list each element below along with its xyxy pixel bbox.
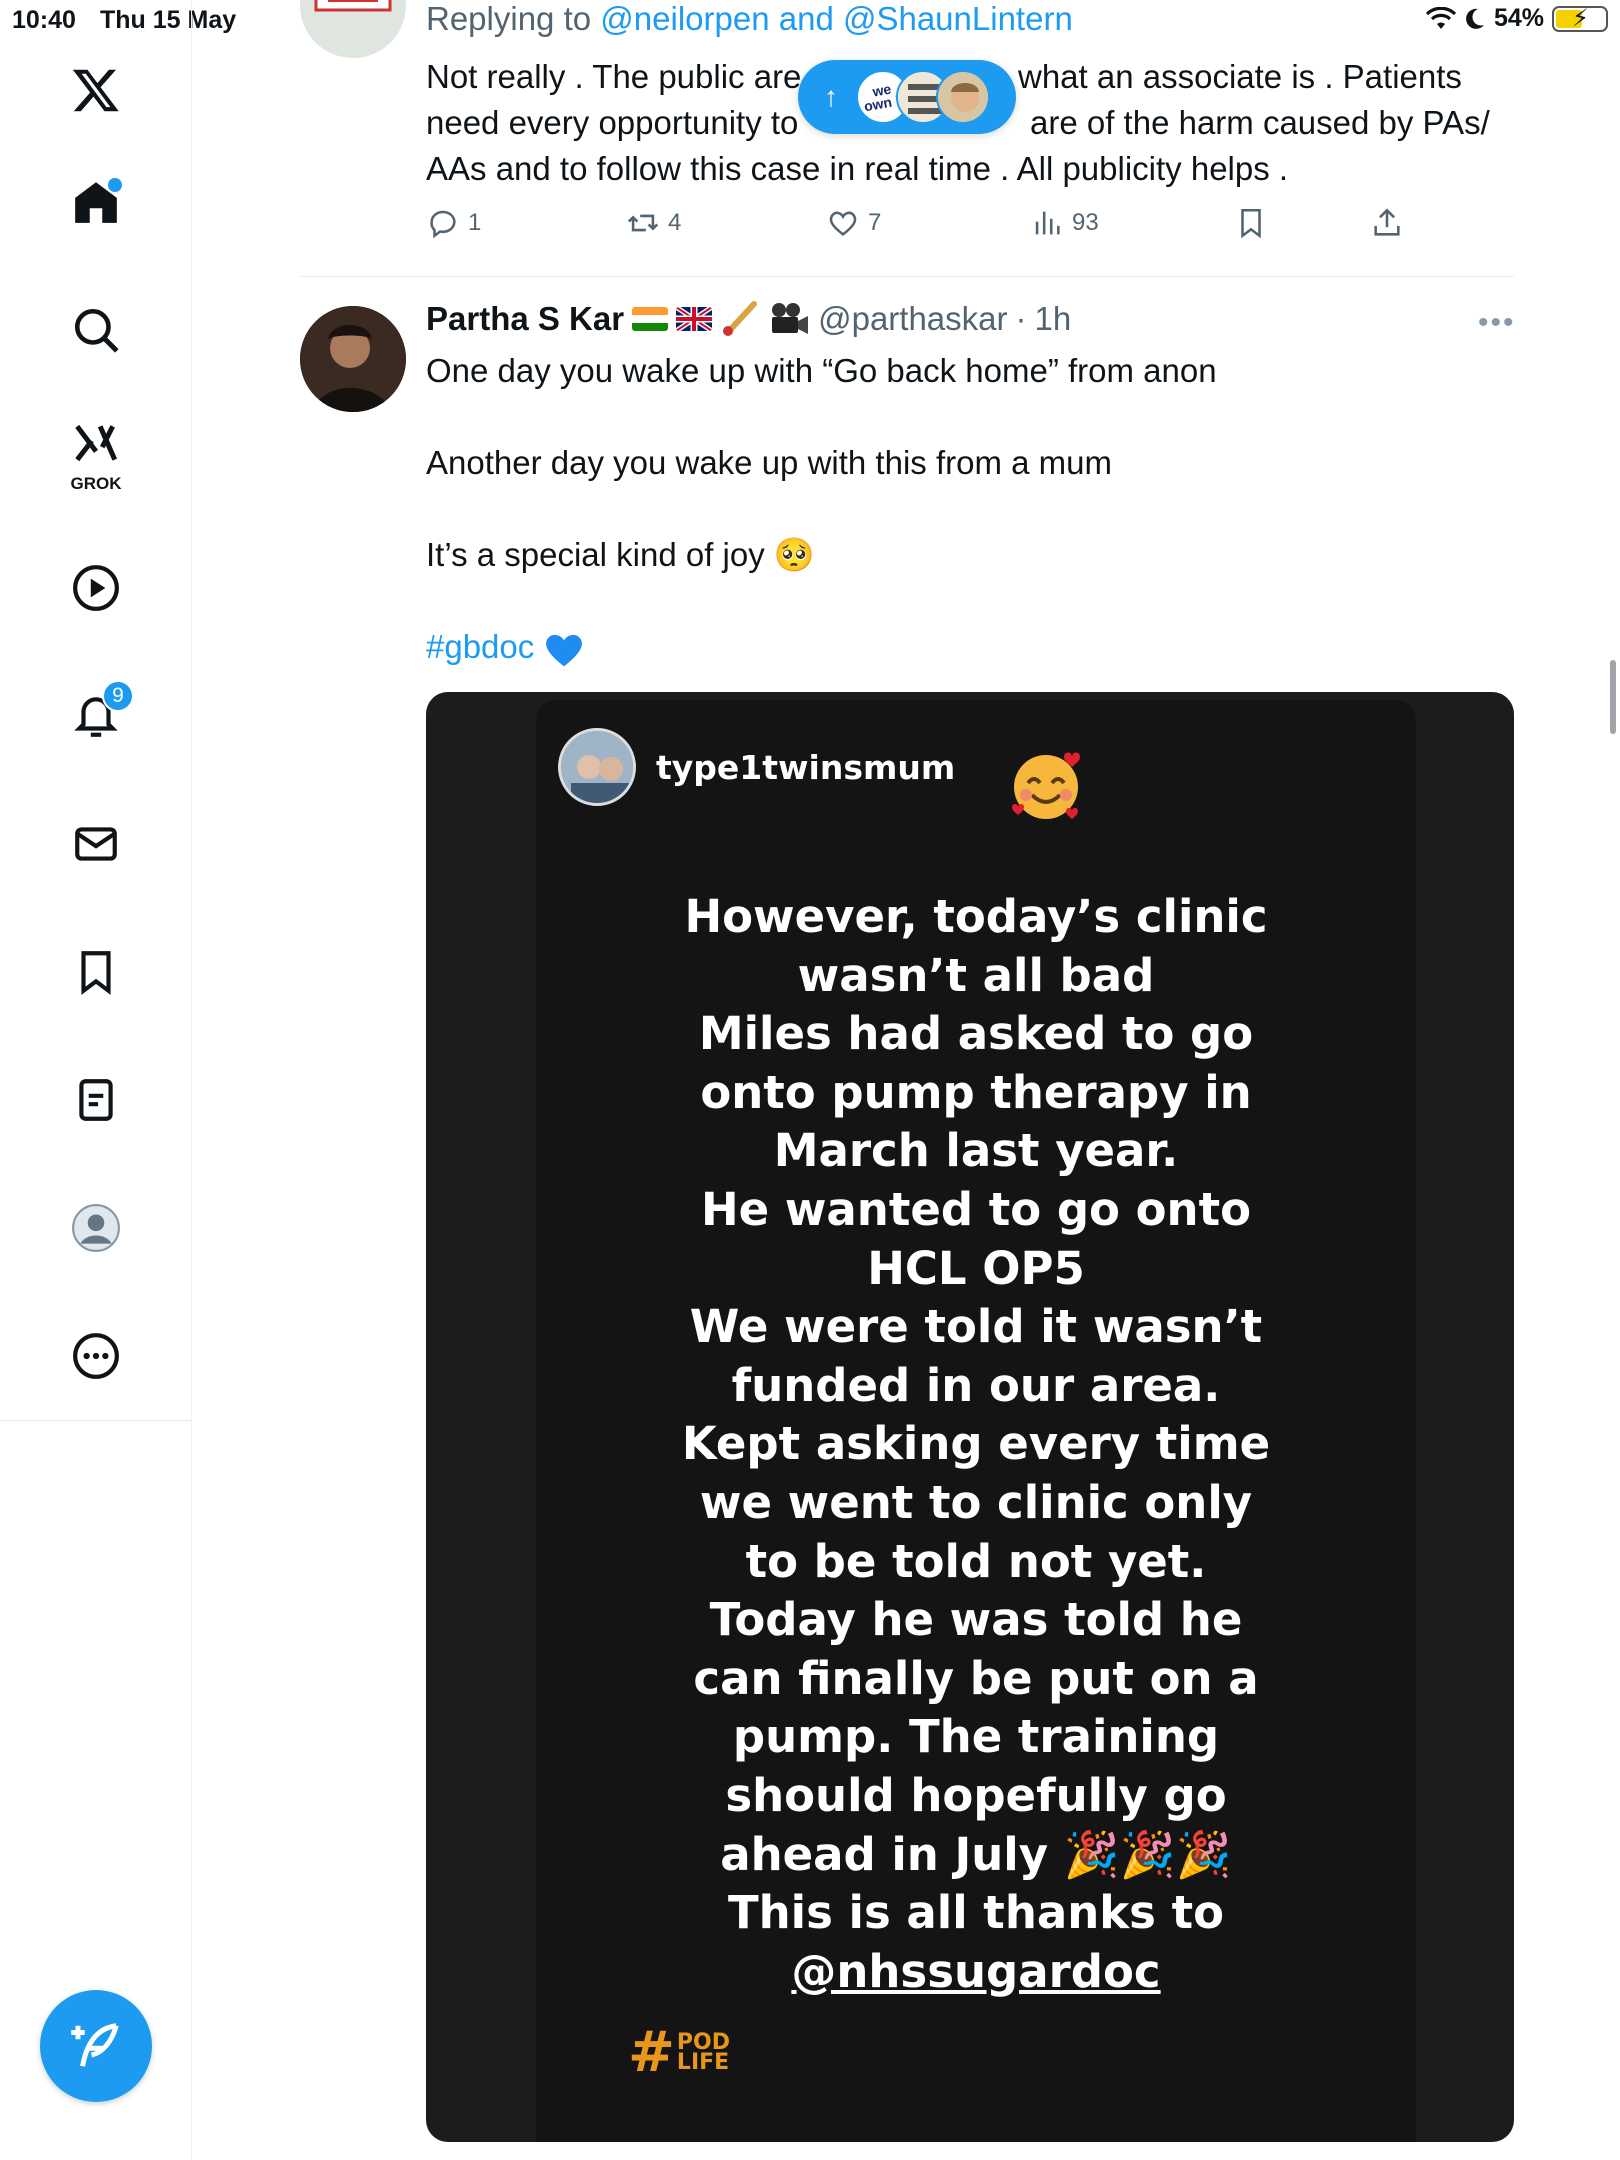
battery-percent: 54% [1493, 4, 1544, 32]
partha-avatar[interactable] [300, 306, 406, 412]
notifications-icon[interactable]: 9 [56, 676, 136, 756]
reply-button[interactable]: 1 [426, 206, 481, 240]
uk-flag-icon [676, 307, 713, 331]
reply-mention-2[interactable]: @ShaunLintern [843, 0, 1073, 37]
share-icon [1374, 208, 1400, 236]
reply-icon [430, 210, 456, 239]
story-mention: @nhssugardoc [791, 1944, 1161, 1998]
like-button[interactable]: 7 [826, 206, 881, 240]
arrow-up-icon: ↑ [824, 81, 838, 112]
video-icon[interactable] [56, 548, 136, 628]
status-right: 54% ⚡ [1425, 4, 1608, 33]
reply-count: 1 [468, 209, 482, 236]
views-count: 93 [1072, 209, 1099, 236]
cricket-icon [723, 301, 758, 336]
moon-icon [1466, 8, 1484, 29]
author-handle[interactable]: @parthaskar [818, 300, 1007, 338]
story-card: type1twinsmum However, today’s clinic wa… [536, 700, 1416, 2142]
person-avatar [936, 70, 990, 124]
reply-tweet-actions: 1 4 7 93 [426, 206, 1426, 246]
sidebar: GROK 9 [0, 0, 192, 2160]
lists-icon[interactable] [56, 1060, 136, 1140]
bookmark-button[interactable] [1234, 206, 1268, 240]
home-new-dot [108, 178, 122, 192]
reply-line-3: AAs and to follow this case in real time… [426, 150, 1289, 187]
replying-prefix: Replying to [426, 0, 592, 37]
wifi-icon [1425, 6, 1456, 29]
notifications-badge: 9 [102, 680, 134, 712]
repost-count: 4 [668, 209, 682, 236]
repost-button[interactable]: 4 [626, 206, 681, 240]
bookmark-icon [1241, 208, 1261, 239]
reply-author-avatar[interactable] [300, 0, 406, 58]
reply-mention-1[interactable]: @neilorpen [600, 0, 769, 37]
compose-feather-icon [71, 2023, 119, 2067]
heart-icon [829, 211, 857, 236]
tweet-line-1: One day you wake up with “Go back home” … [426, 352, 1217, 389]
views-icon [1035, 211, 1060, 235]
battery-icon: ⚡ [1552, 5, 1608, 32]
story-avatar [558, 728, 636, 806]
messages-icon[interactable] [56, 804, 136, 884]
new-posts-pill[interactable]: ↑ we own it [798, 60, 1016, 134]
smiling-face-with-hearts-icon [1012, 752, 1080, 819]
tweet-separator [300, 276, 1514, 277]
like-count: 7 [868, 209, 882, 236]
story-username: type1twinsmum [656, 748, 956, 787]
repost-icon [627, 214, 659, 232]
search-icon[interactable] [56, 290, 136, 370]
more-options-icon[interactable] [56, 1316, 136, 1396]
tweet-line-3: It’s a special kind of joy 🥺 [426, 536, 815, 573]
grok-icon[interactable]: GROK [56, 410, 136, 493]
india-flag-icon [632, 307, 669, 331]
gbdoc-hashtag[interactable]: #gbdoc [426, 628, 534, 665]
reply-and: and [778, 0, 834, 37]
more-options-dots[interactable]: ••• [1478, 306, 1516, 340]
pod-life-sticker: # POD LIFE [628, 2020, 731, 2085]
scrollbar[interactable] [1610, 660, 1616, 734]
tweet-media-image[interactable]: type1twinsmum However, today’s clinic wa… [426, 692, 1514, 2142]
movie-camera-icon [772, 303, 809, 334]
header-dot: · [1015, 300, 1027, 337]
tweet-time[interactable]: 1h [1035, 300, 1072, 338]
author-name[interactable]: Partha S Kar [426, 300, 624, 338]
share-button[interactable] [1370, 206, 1404, 240]
tweet-line-2: Another day you wake up with this from a… [426, 444, 1112, 481]
home-icon[interactable] [56, 162, 136, 242]
sidebar-divider [0, 1420, 192, 1421]
grok-label: GROK [70, 474, 122, 493]
story-text: However, today’s clinic wasn’t all bad M… [556, 888, 1396, 2001]
tweet-header: Partha S Kar @parthaskar · 1h [426, 300, 1071, 338]
bookmarks-icon[interactable] [56, 932, 136, 1012]
hashtag-line: #gbdoc [426, 628, 585, 668]
replying-to: Replying to @neilorpen and @ShaunLintern [426, 0, 1073, 38]
blue-heart-icon [546, 635, 583, 667]
x-logo-icon[interactable] [56, 50, 136, 130]
views-button[interactable]: 93 [1030, 206, 1099, 240]
compose-post-button[interactable] [40, 1990, 152, 2102]
profile-icon[interactable] [56, 1188, 136, 1268]
